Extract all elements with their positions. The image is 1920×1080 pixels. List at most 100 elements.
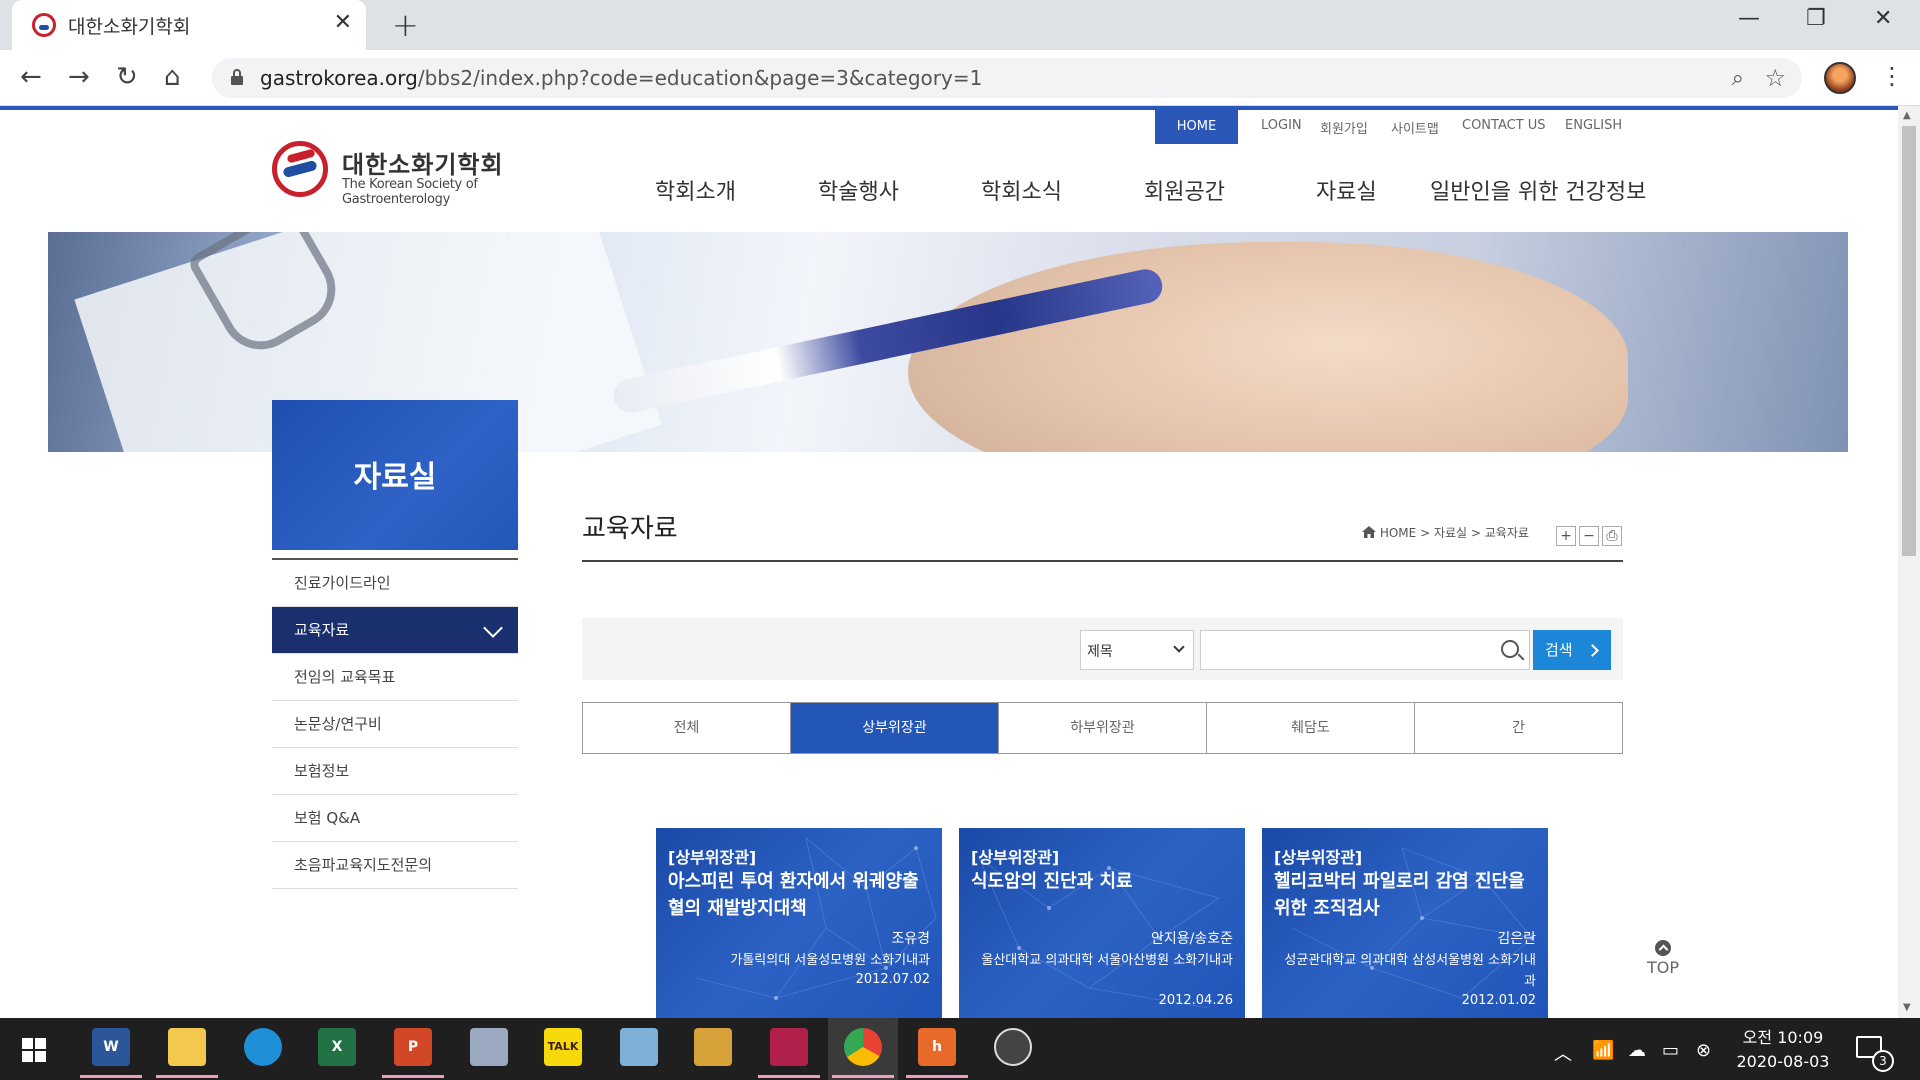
- contact-link[interactable]: CONTACT US: [1462, 118, 1546, 133]
- card-organization: 성균관대학교 의과대학 삼성서울병원 소화기내과: [1284, 953, 1536, 989]
- gnb-about[interactable]: 학회소개: [655, 174, 736, 206]
- taskbar-app-hwp-icon[interactable]: h: [906, 1028, 968, 1078]
- card-date: 2012.04.26: [1158, 993, 1233, 1008]
- taskbar-app-excel-icon[interactable]: X: [318, 1028, 356, 1066]
- taskbar-app-obs-icon[interactable]: [994, 1028, 1032, 1066]
- scroll-up-icon[interactable]: ▲: [1903, 110, 1911, 121]
- taskbar-app-chrome-icon[interactable]: [832, 1028, 894, 1078]
- logo-korean-name: 대한소화기학회: [342, 151, 504, 179]
- taskbar-app-kakaotalk-icon[interactable]: TALK: [544, 1028, 582, 1066]
- gnb-events[interactable]: 학술행사: [818, 174, 899, 206]
- notification-count-badge: 3: [1872, 1050, 1894, 1072]
- scrollbar-thumb[interactable]: [1902, 126, 1916, 556]
- close-window-icon[interactable]: ✕: [1874, 6, 1892, 31]
- network-icon[interactable]: 📶: [1592, 1040, 1614, 1061]
- restore-icon[interactable]: ❐: [1806, 6, 1826, 31]
- card-category: [상부위장관]: [971, 848, 1060, 867]
- card-category: [상부위장관]: [668, 848, 757, 867]
- site-favicon-icon: [32, 13, 56, 37]
- volume-muted-icon[interactable]: ⊗: [1696, 1040, 1711, 1061]
- education-card[interactable]: [상부위장관] 아스피린 투여 환자에서 위궤양출혈의 재발방지대책 조유경 가…: [656, 828, 942, 1018]
- card-author: 안지용/송호준: [1151, 931, 1233, 947]
- card-author: 김은란: [1497, 931, 1536, 947]
- windows-taskbar: W X P TALK h ︿ 📶 ☁ ▭ ⊗ 오전 10:09 2020-08-03 3: [0, 1018, 1920, 1080]
- sidebar-item-ultrasound[interactable]: 초음파교육지도전문의: [272, 842, 518, 889]
- address-bar[interactable]: gastrokorea.org/bbs2/index.php?code=educ…: [212, 58, 1802, 98]
- search-field-select[interactable]: 제목: [1080, 630, 1194, 670]
- join-link[interactable]: 회원가입: [1320, 118, 1368, 137]
- taskbar-app-edge-icon[interactable]: [244, 1028, 282, 1066]
- taskbar-app-notepad-icon[interactable]: [620, 1028, 658, 1066]
- page-scrollbar[interactable]: ▲ ▼: [1898, 106, 1920, 1018]
- card-organization: 울산대학교 의과대학 서울아산병원 소화기내과: [981, 953, 1233, 968]
- education-card[interactable]: [상부위장관] 헬리코박터 파일로리 감염 진단을 위한 조직검사 김은란 성균…: [1262, 828, 1548, 1018]
- sitemap-link[interactable]: 사이트맵: [1391, 118, 1439, 137]
- util-home-link[interactable]: HOME: [1155, 110, 1238, 144]
- sidebar-item-awards[interactable]: 논문상/연구비: [272, 701, 518, 748]
- font-decrease-button[interactable]: −: [1579, 526, 1599, 546]
- windows-start-icon[interactable]: [22, 1038, 46, 1062]
- taskbar-app-file-explorer-icon[interactable]: [156, 1028, 218, 1078]
- gnb-news[interactable]: 학회소식: [981, 174, 1062, 206]
- taskbar-app-word-icon[interactable]: W: [80, 1028, 142, 1078]
- zoom-icon[interactable]: ⌕: [1732, 66, 1744, 91]
- tab-lower-gi[interactable]: 하부위장관: [999, 703, 1207, 753]
- gnb-resources[interactable]: 자료실: [1316, 174, 1377, 206]
- taskbar-app-connect-icon[interactable]: [694, 1028, 732, 1066]
- browser-tab-strip: 대한소화기학회 ✕ + — ❐ ✕: [0, 0, 1920, 50]
- sidebar-item-education[interactable]: 교육자료: [272, 607, 518, 654]
- tab-pancreatobiliary[interactable]: 췌담도: [1207, 703, 1415, 753]
- top-accent-line: [0, 106, 1898, 110]
- taskbar-clock[interactable]: 오전 10:09 2020-08-03: [1728, 1026, 1838, 1074]
- card-title: 헬리코박터 파일로리 감염 진단을 위한 조직검사: [1274, 871, 1525, 919]
- sidebar-item-fellow-goals[interactable]: 전임의 교육목표: [272, 654, 518, 701]
- sidebar-item-guidelines[interactable]: 진료가이드라인: [272, 560, 518, 607]
- taskbar-app-disk-icon[interactable]: [758, 1028, 820, 1078]
- card-date: 2012.01.02: [1461, 993, 1536, 1008]
- back-icon[interactable]: ←: [20, 62, 42, 92]
- chevron-up-icon[interactable]: ︿: [1554, 1040, 1572, 1066]
- taskbar-app-paint-icon[interactable]: [470, 1028, 508, 1066]
- scroll-down-icon[interactable]: ▼: [1903, 1002, 1911, 1013]
- english-link[interactable]: ENGLISH: [1565, 118, 1622, 133]
- breadcrumb-home[interactable]: HOME: [1380, 526, 1416, 540]
- battery-icon[interactable]: ▭: [1662, 1040, 1679, 1061]
- breadcrumb-level1[interactable]: 자료실: [1434, 526, 1467, 540]
- sidebar-item-insurance[interactable]: 보험정보: [272, 748, 518, 795]
- web-page: HOME LOGIN 회원가입 사이트맵 CONTACT US ENGLISH …: [0, 106, 1898, 1018]
- scroll-top-button[interactable]: TOP: [1645, 940, 1681, 977]
- logo-english-name: The Korean Society of Gastroenterology: [342, 177, 478, 207]
- page-title: 교육자료: [582, 514, 678, 544]
- gnb-members[interactable]: 회원공간: [1144, 174, 1225, 206]
- profile-avatar[interactable]: [1824, 62, 1856, 94]
- tab-all[interactable]: 전체: [583, 703, 791, 753]
- search-button[interactable]: 검색: [1533, 630, 1611, 670]
- bookmark-star-icon[interactable]: ☆: [1764, 64, 1786, 92]
- onedrive-cloud-icon[interactable]: ☁: [1628, 1040, 1646, 1061]
- close-tab-icon[interactable]: ✕: [334, 10, 352, 35]
- browser-menu-icon[interactable]: ⋮: [1880, 62, 1904, 90]
- browser-tab[interactable]: 대한소화기학회 ✕: [12, 0, 366, 50]
- sidebar-header: 자료실: [272, 400, 518, 550]
- home-icon[interactable]: ⌂: [164, 62, 181, 92]
- reload-icon[interactable]: ↻: [116, 62, 138, 92]
- search-input[interactable]: [1200, 630, 1530, 670]
- login-link[interactable]: LOGIN: [1261, 118, 1302, 133]
- breadcrumb-level2[interactable]: 교육자료: [1485, 526, 1529, 540]
- tab-upper-gi[interactable]: 상부위장관: [791, 703, 999, 753]
- tab-liver[interactable]: 간: [1415, 703, 1622, 753]
- minimize-icon[interactable]: —: [1738, 6, 1760, 31]
- search-icon[interactable]: [1501, 640, 1519, 658]
- gnb-health-info[interactable]: 일반인을 위한 건강정보: [1430, 174, 1646, 206]
- font-increase-button[interactable]: +: [1556, 526, 1576, 546]
- title-divider: [582, 560, 1623, 562]
- education-card[interactable]: [상부위장관] 식도암의 진단과 치료 안지용/송호준 울산대학교 의과대학 서…: [959, 828, 1245, 1018]
- print-button[interactable]: ⎙: [1602, 526, 1622, 546]
- taskbar-app-powerpoint-icon[interactable]: P: [382, 1028, 444, 1078]
- site-logo[interactable]: 대한소화기학회 The Korean Society of Gastroente…: [272, 141, 572, 207]
- card-author: 조유경: [891, 931, 930, 947]
- lock-icon: [231, 69, 243, 85]
- sidebar-item-insurance-qa[interactable]: 보험 Q&A: [272, 795, 518, 842]
- new-tab-icon[interactable]: +: [392, 6, 419, 44]
- forward-icon[interactable]: →: [68, 62, 90, 92]
